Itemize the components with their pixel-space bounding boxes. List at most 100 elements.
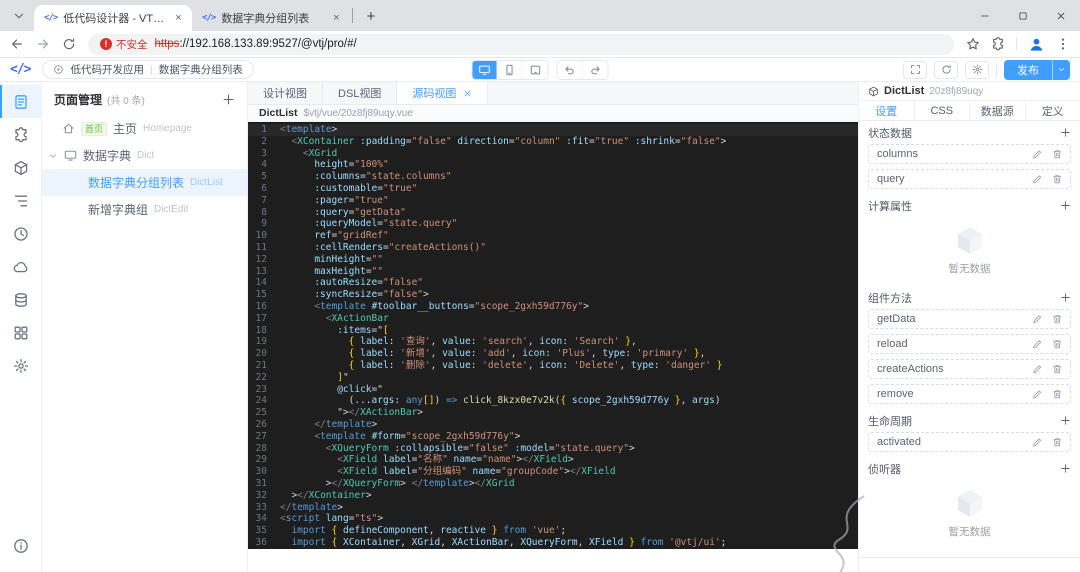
inspector-item[interactable]: columns <box>868 144 1071 164</box>
profile-avatar[interactable] <box>1028 36 1045 53</box>
code-line[interactable]: 24 (...args: any[]) => click_8kzx0e7v2k(… <box>248 395 858 407</box>
code-line[interactable]: 23 @click=" <box>248 384 858 396</box>
new-tab-button[interactable]: + <box>359 4 383 28</box>
code-line[interactable]: 28 <XQueryForm :collapsible="false" :mod… <box>248 443 858 455</box>
code-line[interactable]: 33 </template> <box>248 502 858 514</box>
code-line[interactable]: 3 <XGrid <box>248 148 858 160</box>
code-line[interactable]: 9 :queryModel="state.query" <box>248 218 858 230</box>
delete-icon[interactable] <box>1052 364 1063 375</box>
tab-datasource[interactable]: 数据源 <box>970 101 1026 120</box>
add-icon[interactable] <box>1060 200 1071 211</box>
code-line[interactable]: 8 :query="getData" <box>248 207 858 219</box>
tab-source-view[interactable]: 源码视图 <box>397 82 489 104</box>
edit-icon[interactable] <box>1032 364 1043 375</box>
code-line[interactable]: 29 <XField label="名称" name="name"></XFie… <box>248 454 858 466</box>
not-secure-badge[interactable]: ! 不安全 <box>100 37 148 52</box>
minimize-button[interactable] <box>966 0 1004 31</box>
code-line[interactable]: 7 :pager="true" <box>248 195 858 207</box>
extensions-icon[interactable] <box>991 37 1005 51</box>
edit-icon[interactable] <box>1032 314 1043 325</box>
code-line[interactable]: 5 :columns="state.columns" <box>248 171 858 183</box>
code-line[interactable]: 19 { label: '查询', value: 'search', icon:… <box>248 336 858 348</box>
rail-item-apps[interactable] <box>0 316 42 349</box>
edit-icon[interactable] <box>1032 437 1043 448</box>
breadcrumb-app[interactable]: 低代码开发应用 <box>70 62 144 77</box>
tab-dsl-view[interactable]: DSL视图 <box>323 82 398 104</box>
delete-icon[interactable] <box>1052 149 1063 160</box>
add-page-icon[interactable] <box>222 93 235 106</box>
rail-item-datasource[interactable] <box>0 283 42 316</box>
delete-icon[interactable] <box>1052 174 1063 185</box>
code-line[interactable]: 10 ref="gridRef" <box>248 230 858 242</box>
edit-icon[interactable] <box>1032 149 1043 160</box>
code-editor[interactable]: 1 <template> 2 <XContainer :padding="false… <box>248 122 858 549</box>
tree-item-homepage[interactable]: 首页 主页 Homepage <box>42 115 247 142</box>
tree-item-dict[interactable]: 数据字典 Dict <box>42 142 247 169</box>
vtj-logo[interactable]: </> <box>10 62 32 77</box>
code-line[interactable]: 22 ]" <box>248 372 858 384</box>
rail-item-components[interactable] <box>0 118 42 151</box>
close-tab-icon[interactable]: × <box>329 11 344 26</box>
rail-item-outline[interactable] <box>0 184 42 217</box>
delete-icon[interactable] <box>1052 339 1063 350</box>
refresh-button[interactable] <box>934 60 958 79</box>
code-line[interactable]: 13 maxHeight="" <box>248 266 858 278</box>
close-tab-icon[interactable] <box>463 89 472 98</box>
code-line[interactable]: 15 :syncResize="false"> <box>248 289 858 301</box>
tab-css[interactable]: CSS <box>915 101 970 120</box>
rail-item-about[interactable] <box>0 529 42 562</box>
code-line[interactable]: 34 <script lang="ts"> <box>248 513 858 525</box>
device-desktop-button[interactable] <box>472 60 498 79</box>
code-line[interactable]: 11 :cellRenders="createActions()" <box>248 242 858 254</box>
code-line[interactable]: 32 ></XContainer> <box>248 490 858 502</box>
add-icon[interactable] <box>1060 463 1071 474</box>
code-line[interactable]: 2 <XContainer :padding="false" direction… <box>248 136 858 148</box>
rail-item-pages[interactable] <box>0 85 42 118</box>
rail-item-history[interactable] <box>0 217 42 250</box>
code-line[interactable]: 26 </template> <box>248 419 858 431</box>
code-line[interactable]: 1 <template> <box>248 124 858 136</box>
inspector-item[interactable]: reload <box>868 334 1071 354</box>
device-tablet-button[interactable] <box>522 60 548 79</box>
breadcrumb-page[interactable]: 数据字典分组列表 <box>159 62 243 77</box>
close-window-button[interactable] <box>1042 0 1080 31</box>
device-phone-button[interactable] <box>497 60 523 79</box>
add-icon[interactable] <box>1060 292 1071 303</box>
tree-item-dictedit[interactable]: 新增字典组 DictEdit <box>42 196 247 223</box>
edit-icon[interactable] <box>1032 174 1043 185</box>
menu-kebab-icon[interactable] <box>1056 37 1070 51</box>
tree-item-dictlist[interactable]: 数据字典分组列表 DictList <box>42 169 247 196</box>
settings-button[interactable] <box>965 60 989 79</box>
delete-icon[interactable] <box>1052 437 1063 448</box>
code-line[interactable]: 31 ></XQueryForm> </template></XGrid <box>248 478 858 490</box>
code-line[interactable]: 16 <template #toolbar__buttons="scope_2g… <box>248 301 858 313</box>
forward-icon[interactable] <box>36 37 50 51</box>
code-line[interactable]: 17 <XActionBar <box>248 313 858 325</box>
browser-tab-dictlist[interactable]: </> 数据字典分组列表 × <box>192 5 350 31</box>
inspector-item[interactable]: remove <box>868 384 1071 404</box>
maximize-button[interactable] <box>1004 0 1042 31</box>
tab-settings[interactable]: 设置 <box>859 101 915 120</box>
inspector-item[interactable]: getData <box>868 309 1071 329</box>
code-line[interactable]: 6 :customable="true" <box>248 183 858 195</box>
delete-icon[interactable] <box>1052 314 1063 325</box>
rail-item-blocks[interactable] <box>0 151 42 184</box>
rail-item-settings[interactable] <box>0 349 42 382</box>
url-bar[interactable]: ! 不安全 https://192.168.133.89:9527/@vtj/p… <box>88 33 954 55</box>
edit-icon[interactable] <box>1032 339 1043 350</box>
tab-definition[interactable]: 定义 <box>1026 101 1080 120</box>
code-line[interactable]: 30 <XField label="分组编码" name="groupCode"… <box>248 466 858 478</box>
redo-button[interactable] <box>582 60 608 79</box>
code-line[interactable]: 25 "></XActionBar> <box>248 407 858 419</box>
fullscreen-button[interactable] <box>903 60 927 79</box>
chevron-down-icon[interactable] <box>48 151 58 161</box>
close-tab-icon[interactable]: × <box>171 11 186 26</box>
back-icon[interactable] <box>10 37 24 51</box>
tab-design-view[interactable]: 设计视图 <box>248 82 323 104</box>
inspector-item[interactable]: createActions <box>868 359 1071 379</box>
edit-icon[interactable] <box>1032 389 1043 400</box>
inspector-item[interactable]: query <box>868 169 1071 189</box>
code-line[interactable]: 14 :autoResize="false" <box>248 277 858 289</box>
reload-icon[interactable] <box>62 37 76 51</box>
delete-icon[interactable] <box>1052 389 1063 400</box>
